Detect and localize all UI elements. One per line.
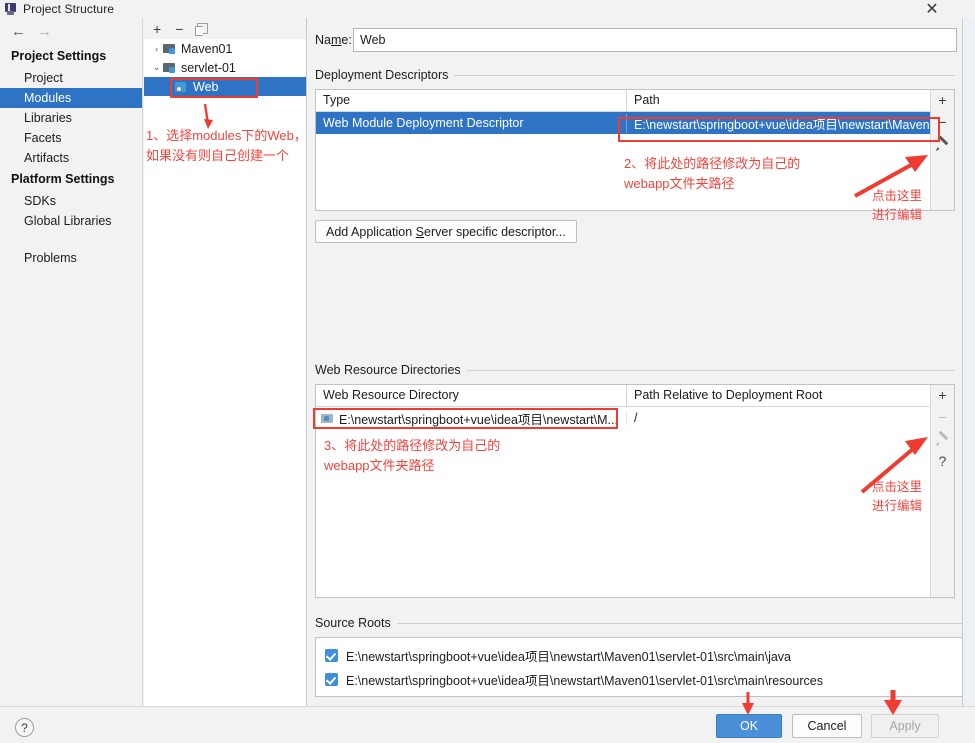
help-web-resource-button[interactable]: ? — [939, 454, 947, 468]
intellij-idea-icon — [4, 2, 18, 16]
right-gutter — [964, 18, 975, 706]
source-roots-list: E:\newstart\springboot+vue\idea项目\newsta… — [315, 637, 963, 697]
add-app-server-descriptor-button[interactable]: Add Application Server specific descript… — [315, 220, 577, 243]
minus-icon[interactable]: − — [175, 22, 183, 36]
web-resource-directories-group: Web Resource Directories Web Resource Di… — [315, 363, 955, 598]
name-label: Name: — [315, 33, 352, 47]
source-roots-group: Source Roots E:\newstart\springboot+vue\… — [315, 616, 963, 697]
facet-settings-panel: Name: Deployment Descriptors Type Path W… — [308, 18, 963, 706]
deployment-descriptors-table: Type Path Web Module Deployment Descript… — [315, 89, 955, 211]
project-structure-dialog: Project Structure ✕ ← → Project Settings… — [0, 0, 975, 743]
add-web-resource-button[interactable]: + — [938, 388, 946, 402]
sidebar-divider — [0, 231, 142, 248]
name-row: Name: — [315, 28, 957, 52]
table-row[interactable]: Web Module Deployment Descriptor E:\news… — [316, 112, 930, 134]
cell-web-resource-directory[interactable]: E:\newstart\springboot+vue\idea项目\newsta… — [316, 409, 626, 428]
source-roots-title-row: Source Roots — [315, 616, 963, 630]
name-mnemonic: m — [330, 33, 342, 47]
web-resource-directories-table: Web Resource Directory Path Relative to … — [315, 384, 955, 598]
title-rule — [396, 622, 963, 624]
web-resources-table-buttons: + − ? — [930, 385, 954, 597]
sidebar-item-facets[interactable]: Facets — [0, 128, 142, 148]
sidebar-item-project[interactable]: Project — [0, 68, 142, 88]
module-icon — [163, 62, 176, 74]
list-item[interactable]: E:\newstart\springboot+vue\idea项目\newsta… — [316, 667, 962, 691]
chevron-right-icon[interactable]: › — [150, 44, 163, 54]
window-title: Project Structure — [23, 2, 115, 16]
column-header-path: Path — [626, 90, 930, 111]
cell-text: E:\newstart\springboot+vue\idea项目\newsta… — [339, 412, 618, 427]
cell-type: Web Module Deployment Descriptor — [323, 116, 524, 130]
web-resources-title: Web Resource Directories — [315, 363, 461, 377]
sidebar-item-libraries[interactable]: Libraries — [0, 108, 142, 128]
remove-descriptor-button[interactable]: − — [938, 115, 946, 129]
dialog-footer: ? OK Cancel Apply — [0, 706, 975, 743]
plus-icon[interactable]: + — [153, 22, 161, 36]
source-roots-title: Source Roots — [315, 616, 391, 630]
source-root-path: E:\newstart\springboot+vue\idea项目\newsta… — [346, 673, 823, 688]
web-resources-title-row: Web Resource Directories — [315, 363, 955, 377]
checkbox-icon[interactable] — [325, 648, 338, 662]
deployment-descriptors-title-row: Deployment Descriptors — [315, 68, 955, 82]
column-header-relative-path: Path Relative to Deployment Root — [626, 385, 930, 406]
tree-node-web[interactable]: Web — [144, 77, 306, 96]
column-header-type: Type — [323, 93, 351, 107]
cell-path[interactable]: E:\newstart\springboot+vue\idea项目\newsta… — [626, 113, 930, 133]
edit-descriptor-button[interactable] — [936, 137, 950, 151]
module-tree-toolbar: + − — [144, 18, 306, 39]
sidebar-item-sdks[interactable]: SDKs — [0, 191, 142, 211]
source-root-path: E:\newstart\springboot+vue\idea项目\newsta… — [346, 649, 792, 664]
web-resources-table-header: Web Resource Directory Path Relative to … — [316, 385, 930, 407]
ok-button[interactable]: OK — [716, 714, 782, 738]
chevron-down-icon[interactable]: ⌄ — [150, 62, 163, 73]
sidebar-group-platform-settings: Platform Settings — [11, 172, 115, 186]
tree-node-label: Web — [193, 79, 219, 94]
module-tree: › Maven01 ⌄ servlet-01 Web — [144, 39, 306, 96]
deployment-table-buttons: + − — [930, 90, 954, 210]
module-tree-panel: + − › Maven01 ⌄ servlet-01 Web — [144, 18, 307, 706]
list-item[interactable]: E:\newstart\springboot+vue\idea项目\newsta… — [316, 643, 962, 667]
add-descriptor-button[interactable]: + — [938, 93, 946, 107]
remove-web-resource-button[interactable]: − — [938, 410, 946, 424]
sidebar-item-problems[interactable]: Problems — [0, 248, 142, 268]
folder-icon — [321, 413, 334, 424]
column-header-web-resource-directory: Web Resource Directory — [323, 388, 459, 402]
name-input[interactable] — [353, 28, 957, 52]
cancel-button[interactable]: Cancel — [792, 714, 862, 738]
forward-arrow-icon[interactable]: → — [37, 24, 52, 39]
deployment-table-header: Type Path — [316, 90, 930, 112]
tree-node-maven01[interactable]: › Maven01 — [144, 39, 306, 58]
deployment-table-body: Type Path Web Module Deployment Descript… — [316, 90, 930, 210]
edit-web-resource-button[interactable] — [936, 432, 950, 446]
tree-node-label: Maven01 — [181, 41, 233, 56]
sidebar-item-modules[interactable]: Modules — [0, 88, 142, 108]
nav-buttons: ← → — [0, 18, 142, 45]
deployment-descriptors-group: Deployment Descriptors Type Path Web Mod… — [315, 68, 955, 243]
sidebar-item-artifacts[interactable]: Artifacts — [0, 148, 142, 168]
web-facet-icon — [175, 81, 188, 93]
sidebar-item-global-libraries[interactable]: Global Libraries — [0, 211, 142, 231]
tree-node-label: servlet-01 — [181, 60, 236, 75]
web-resources-table-body: Web Resource Directory Path Relative to … — [316, 385, 930, 597]
back-arrow-icon[interactable]: ← — [11, 24, 26, 39]
tree-node-servlet-01[interactable]: ⌄ servlet-01 — [144, 58, 306, 77]
cell-relative-path: / — [626, 411, 930, 425]
help-button[interactable]: ? — [15, 718, 34, 737]
copy-icon[interactable] — [195, 23, 209, 36]
deployment-descriptors-title: Deployment Descriptors — [315, 68, 449, 82]
settings-sidebar: ← → Project Settings Project Modules Lib… — [0, 18, 143, 706]
sidebar-group-project-settings: Project Settings — [11, 49, 107, 63]
title-bar: Project Structure — [0, 0, 975, 18]
table-row[interactable]: E:\newstart\springboot+vue\idea项目\newsta… — [316, 407, 930, 429]
module-icon — [163, 43, 176, 55]
add-descriptor-mnemonic: S — [415, 224, 424, 239]
checkbox-icon[interactable] — [325, 672, 338, 686]
title-rule — [454, 74, 955, 76]
apply-button[interactable]: Apply — [871, 714, 939, 738]
title-rule — [466, 369, 955, 371]
